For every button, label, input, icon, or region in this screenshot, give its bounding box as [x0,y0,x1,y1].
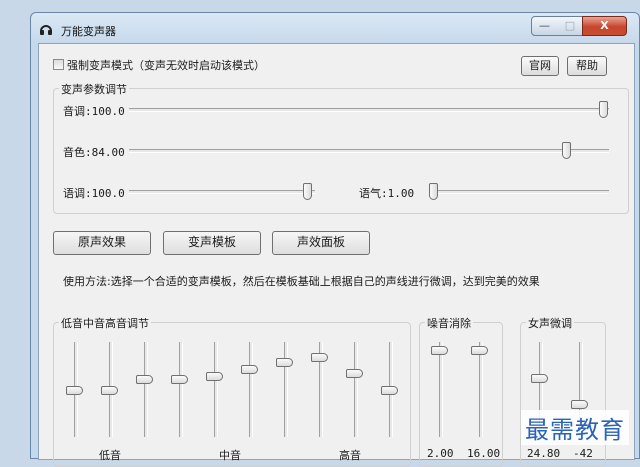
female-value-2: -42 [573,447,593,460]
noise-group-label: 噪音消除 [425,315,473,331]
window-title: 万能变声器 [61,25,116,38]
speed-slider-thumb[interactable] [303,183,312,200]
eq-band-7-track[interactable] [284,342,288,437]
force-mode-checkbox[interactable] [53,59,64,70]
main-window: 万能变声器 — □ X 强制变声模式（变声无效时启动该模式） 官网 帮助 变声参… [30,12,640,467]
noise-value-2: 16.00 [467,447,501,460]
eq-band-mid-label: 中音 [219,449,241,462]
noise-slider-1-thumb[interactable] [431,346,448,355]
female-group [520,322,606,467]
pitch-slider-thumb[interactable] [599,101,608,118]
eq-group-label: 低音中音高音调节 [59,315,151,331]
effects-panel-button[interactable]: 声效面板 [272,231,370,255]
eq-band-4-track[interactable] [179,342,183,437]
female-value-1: 24.80 [527,447,561,460]
tone-slider-thumb[interactable] [429,183,438,200]
eq-band-3-thumb[interactable] [136,375,153,384]
speed-label: 语调:100.0 [63,187,125,200]
noise-slider-2-thumb[interactable] [471,346,488,355]
eq-band-5-thumb[interactable] [206,372,223,381]
female-group-label: 女声微调 [526,315,574,331]
eq-band-9-thumb[interactable] [346,369,363,378]
female-slider-1-thumb[interactable] [531,374,548,383]
pitch-slider-track[interactable] [129,108,609,112]
tone-slider-track[interactable] [429,190,609,194]
title-bar[interactable]: 万能变声器 — □ X [31,13,639,43]
noise-group [419,322,503,467]
original-effect-button[interactable]: 原声效果 [53,231,151,255]
eq-band-3-track[interactable] [144,342,148,437]
eq-band-10-thumb[interactable] [381,386,398,395]
noise-slider-2-track[interactable] [479,342,483,437]
eq-band-1-thumb[interactable] [66,386,83,395]
tone-label: 语气:1.00 [359,187,415,200]
timbre-slider-thumb[interactable] [562,142,571,159]
params-group-label: 变声参数调节 [59,81,129,97]
voice-templates-button[interactable]: 变声模板 [163,231,261,255]
watermark-logo: 最需教育 [521,410,629,445]
eq-band-low-label: 低音 [99,449,121,462]
pitch-label: 音调:100.0 [63,105,125,118]
maximize-button[interactable]: □ [557,16,583,36]
timbre-slider-track[interactable] [129,149,609,153]
eq-band-6-thumb[interactable] [241,365,258,374]
noise-value-1: 2.00 [427,447,454,460]
official-site-button[interactable]: 官网 [521,56,559,76]
usage-text: 使用方法:选择一个合适的变声模板，然后在模板基础上根据自己的声线进行微调，达到完… [63,275,540,288]
eq-band-8-thumb[interactable] [311,353,328,362]
eq-band-4-thumb[interactable] [171,375,188,384]
noise-slider-1-track[interactable] [439,342,443,437]
eq-band-high-label: 高音 [339,449,361,462]
headphones-icon [40,25,52,35]
speed-slider-track[interactable] [129,190,315,194]
eq-band-2-thumb[interactable] [101,386,118,395]
client-area: 强制变声模式（变声无效时启动该模式） 官网 帮助 变声参数调节 音调:100.0… [38,43,635,467]
force-mode-label: 强制变声模式（变声无效时启动该模式） [67,59,265,72]
eq-band-6-track[interactable] [249,342,253,437]
eq-band-7-thumb[interactable] [276,358,293,367]
female-slider-2-thumb[interactable] [571,400,588,409]
minimize-button[interactable]: — [531,16,558,36]
eq-band-5-track[interactable] [214,342,218,437]
close-button[interactable]: X [582,16,627,36]
eq-band-9-track[interactable] [354,342,358,437]
timbre-label: 音色:84.00 [63,146,125,159]
help-button[interactable]: 帮助 [567,56,607,76]
